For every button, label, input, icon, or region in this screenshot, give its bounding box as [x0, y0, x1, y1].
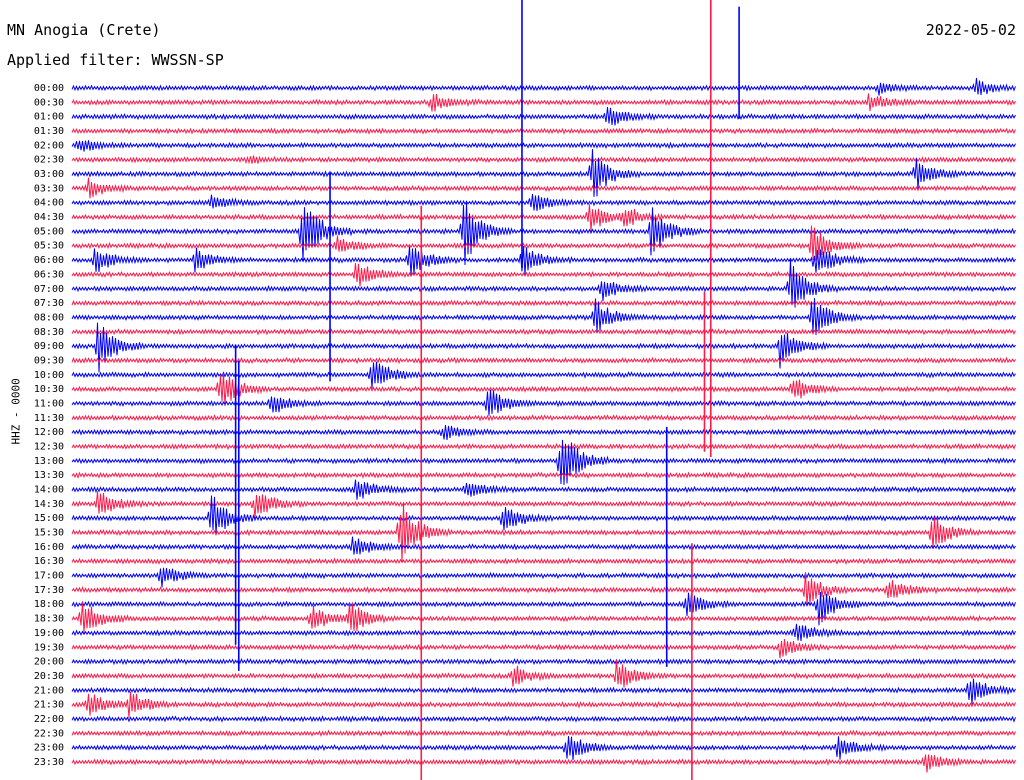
trace-row-0400 [71, 194, 1016, 212]
trace-row-2100 [71, 678, 1016, 705]
row-time-label: 00:00 [34, 83, 64, 94]
row-time-label: 05:30 [34, 241, 64, 252]
row-time-label: 03:00 [34, 169, 64, 180]
trace-row-2130 [71, 691, 1016, 719]
row-time-label: 14:00 [34, 485, 64, 496]
trace-row-0630 [71, 263, 1016, 287]
row-time-label: 04:00 [34, 198, 64, 209]
row-time-label: 16:00 [34, 542, 64, 553]
row-time-label: 10:30 [34, 384, 64, 395]
trace-row-1900 [71, 623, 1016, 642]
row-time-label: 10:00 [34, 370, 64, 381]
trace-row-1830 [71, 602, 1016, 633]
row-time-label: 15:00 [34, 513, 64, 524]
row-time-label: 23:00 [34, 743, 64, 754]
trace-row-0200 [71, 140, 1016, 152]
trace-row-0430 [71, 204, 1016, 232]
row-time-label: 09:00 [34, 341, 64, 352]
trace-row-2230 [71, 729, 1016, 738]
row-time-label: 11:30 [34, 413, 64, 424]
row-time-label: 09:30 [34, 355, 64, 366]
trace-row-1930 [71, 639, 1016, 659]
trace-row-1000 [71, 361, 1016, 389]
trace-row-0030 [71, 93, 1016, 112]
row-time-label: 01:30 [34, 126, 64, 137]
row-time-label: 15:30 [34, 528, 64, 539]
row-time-label: 04:30 [34, 212, 64, 223]
trace-row-0900 [71, 322, 1016, 373]
trace-row-0700 [71, 259, 1016, 308]
row-time-label: 18:30 [34, 614, 64, 625]
row-time-label: 05:00 [34, 226, 64, 237]
row-time-label: 17:00 [34, 571, 64, 582]
trace-row-0100 [71, 106, 1016, 126]
row-time-label: 12:00 [34, 427, 64, 438]
trace-row-0600 [71, 246, 1016, 277]
row-time-label: 14:30 [34, 499, 64, 510]
trace-row-0330 [71, 177, 1016, 199]
trace-row-2000 [71, 657, 1016, 666]
trace-row-2200 [71, 715, 1016, 723]
trace-row-1230 [71, 442, 1016, 451]
row-time-label: 07:00 [34, 284, 64, 295]
trace-row-1200 [71, 424, 1016, 441]
trace-row-1500 [71, 495, 1016, 535]
trace-row-0830 [71, 328, 1016, 336]
trace-row-2030 [71, 660, 1016, 688]
trace-row-0300 [71, 149, 1016, 197]
row-time-label: 16:30 [34, 556, 64, 567]
trace-row-0130 [71, 127, 1016, 135]
row-time-label: 20:00 [34, 657, 64, 668]
trace-row-0500 [71, 200, 1016, 266]
helicorder-plot: 00:00 00:30 01:00 01:30 02:00 02:30 03:00 03:30… [34, 0, 1016, 780]
trace-row-1630 [71, 557, 1016, 565]
trace-row-1100 [71, 389, 1016, 416]
trace-row-1600 [71, 536, 1016, 555]
trace-row-1700 [71, 567, 1016, 588]
trace-row-1130 [71, 413, 1016, 422]
trace-row-1030 [71, 373, 1016, 407]
row-time-label: 13:30 [34, 470, 64, 481]
trace-row-0230 [71, 155, 1016, 165]
row-time-label: 03:30 [34, 183, 64, 194]
row-time-label: 20:30 [34, 671, 64, 682]
row-time-label: 11:00 [34, 398, 64, 409]
trace-row-1400 [71, 479, 1016, 500]
trace-row-1330 [71, 471, 1016, 479]
row-time-label: 08:00 [34, 312, 64, 323]
trace-row-1800 [71, 591, 1016, 626]
row-time-label: 18:00 [34, 599, 64, 610]
row-time-label: 06:00 [34, 255, 64, 266]
row-time-label: 21:00 [34, 685, 64, 696]
trace-row-0000 [71, 77, 1016, 96]
row-time-label: 19:30 [34, 642, 64, 653]
row-time-label: 07:30 [34, 298, 64, 309]
row-time-label: 13:00 [34, 456, 64, 467]
row-time-label: 21:30 [34, 700, 64, 711]
trace-row-2300 [71, 736, 1016, 761]
row-time-label: 02:00 [34, 140, 64, 151]
row-time-label: 19:00 [34, 628, 64, 639]
row-time-label: 08:30 [34, 327, 64, 338]
row-time-label: 12:30 [34, 442, 64, 453]
trace-row-0930 [71, 356, 1016, 365]
row-time-label: 02:30 [34, 155, 64, 166]
row-time-label: 22:00 [34, 714, 64, 725]
trace-row-2330 [71, 754, 1016, 773]
trace-group [71, 77, 1016, 773]
tick-label-group: 00:00 00:30 01:00 01:30 02:00 02:30 03:00 03:30… [34, 83, 64, 768]
row-time-label: 23:30 [34, 757, 64, 768]
row-time-label: 22:30 [34, 728, 64, 739]
row-time-label: 01:00 [34, 112, 64, 123]
trace-row-0730 [71, 299, 1016, 307]
row-time-label: 06:30 [34, 269, 64, 280]
row-time-label: 17:30 [34, 585, 64, 596]
row-time-label: 00:30 [34, 97, 64, 108]
